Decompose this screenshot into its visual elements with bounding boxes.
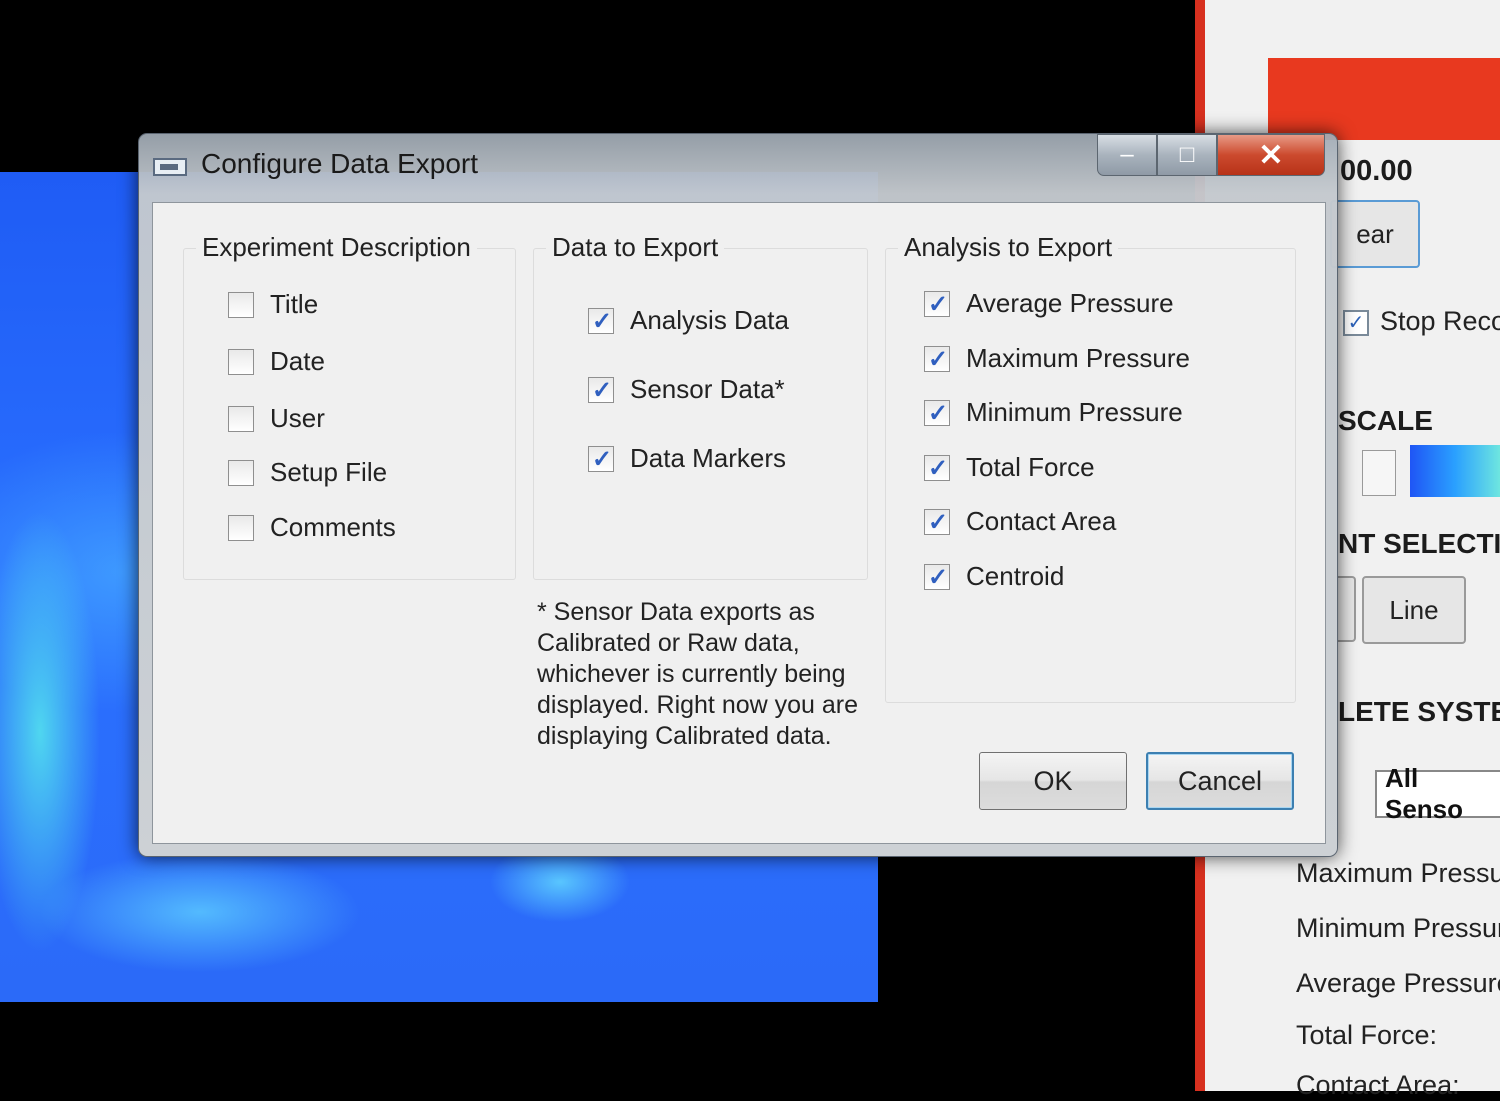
color-scale-swatch [1410, 445, 1500, 497]
checkbox-setup-file[interactable]: Setup File [228, 457, 387, 488]
contact-area-label: Contact Area [966, 506, 1117, 536]
minimum-pressure-checkbox[interactable] [924, 399, 950, 428]
title-checkbox[interactable] [228, 291, 254, 318]
analysis-to-export-title: Analysis to Export [898, 232, 1119, 263]
app-icon [153, 158, 187, 176]
data-markers-checkbox[interactable] [588, 445, 614, 474]
line-button[interactable]: Line [1362, 576, 1466, 644]
title-label: Title [270, 289, 319, 319]
cancel-button[interactable]: Cancel [1146, 752, 1294, 810]
experiment-description-title: Experiment Description [196, 232, 477, 263]
centroid-label: Centroid [966, 561, 1065, 591]
maximum-pressure-checkbox[interactable] [924, 345, 950, 374]
checkbox-average-pressure[interactable]: Average Pressure [924, 288, 1174, 319]
scale-spinner[interactable] [1362, 450, 1396, 496]
minimize-button[interactable]: – [1097, 134, 1157, 176]
checkbox-centroid[interactable]: Centroid [924, 561, 1064, 592]
max-pressure-label: Maximum Pressure: [1296, 858, 1500, 888]
scale-heading: SCALE [1338, 405, 1433, 436]
checkbox-sensor-data[interactable]: Sensor Data* [588, 374, 785, 405]
readout-value: 00.00 [1340, 155, 1413, 187]
date-checkbox[interactable] [228, 348, 254, 375]
ok-button[interactable]: OK [979, 752, 1127, 810]
checkbox-contact-area[interactable]: Contact Area [924, 506, 1116, 537]
analysis-to-export-group: Analysis to Export Average Pressure Maxi… [885, 232, 1296, 703]
data-to-export-group: Data to Export Analysis Data Sensor Data… [533, 232, 868, 580]
data-markers-label: Data Markers [630, 443, 787, 473]
sensor-data-checkbox[interactable] [588, 376, 614, 405]
color-indicator-bar [1268, 58, 1500, 140]
checkbox-title[interactable]: Title [228, 289, 318, 320]
checkbox-data-markers[interactable]: Data Markers [588, 443, 786, 474]
comments-label: Comments [270, 512, 396, 542]
setup-file-checkbox[interactable] [228, 459, 254, 486]
total-force-checkbox[interactable] [924, 454, 950, 483]
maximize-icon: □ [1179, 141, 1195, 168]
user-label: User [270, 403, 325, 433]
close-button[interactable]: ✕ [1217, 134, 1325, 176]
checkbox-analysis-data[interactable]: Analysis Data [588, 305, 789, 336]
checkbox-minimum-pressure[interactable]: Minimum Pressure [924, 397, 1183, 428]
minimize-icon: – [1120, 141, 1134, 168]
avg-pressure-label: Average Pressure: [1296, 968, 1500, 998]
configure-data-export-dialog: Configure Data Export – □ ✕ Experiment D… [138, 133, 1338, 857]
date-label: Date [270, 346, 325, 376]
min-pressure-label: Minimum Pressure: [1296, 913, 1500, 943]
checkbox-maximum-pressure[interactable]: Maximum Pressure [924, 343, 1190, 374]
checkbox-total-force[interactable]: Total Force [924, 452, 1095, 483]
contact-area-checkbox[interactable] [924, 508, 950, 537]
user-checkbox[interactable] [228, 405, 254, 432]
average-pressure-checkbox[interactable] [924, 290, 950, 319]
checkbox-user[interactable]: User [228, 403, 325, 434]
close-icon: ✕ [1258, 138, 1284, 172]
analysis-data-checkbox[interactable] [588, 307, 614, 336]
maximum-pressure-label: Maximum Pressure [966, 343, 1190, 373]
sensor-data-label: Sensor Data* [630, 374, 785, 404]
centroid-checkbox[interactable] [924, 563, 950, 592]
maximize-button[interactable]: □ [1157, 134, 1217, 176]
element-select-heading: NT SELECTI [1338, 528, 1500, 559]
comments-checkbox[interactable] [228, 514, 254, 541]
dialog-title: Configure Data Export [201, 148, 479, 179]
clear-button[interactable]: ear [1330, 200, 1420, 268]
window-controls: – □ ✕ [1097, 134, 1325, 176]
minimum-pressure-label: Minimum Pressure [966, 397, 1183, 427]
experiment-description-group: Experiment Description Title Date User S… [183, 232, 516, 580]
checkbox-date[interactable]: Date [228, 346, 325, 377]
area-button[interactable] [1336, 576, 1356, 642]
sensor-data-note: * Sensor Data exports as Calibrated or R… [537, 598, 859, 750]
complete-system-heading: LETE SYSTE [1338, 696, 1500, 727]
total-force-label: Total Force: [1296, 1020, 1438, 1050]
total-force-label: Total Force [966, 452, 1095, 482]
dialog-body: Experiment Description Title Date User S… [152, 202, 1326, 844]
stop-record-checkbox[interactable]: ✓ [1343, 310, 1369, 336]
sensor-select[interactable]: All Senso [1375, 763, 1500, 824]
checkbox-comments[interactable]: Comments [228, 512, 396, 543]
analysis-data-label: Analysis Data [630, 305, 789, 335]
setup-file-label: Setup File [270, 457, 388, 487]
stop-record-label: Stop Recor [1380, 306, 1500, 336]
data-to-export-title: Data to Export [546, 232, 725, 263]
contact-area-label: Contact Area: [1296, 1070, 1460, 1100]
average-pressure-label: Average Pressure [966, 288, 1174, 318]
